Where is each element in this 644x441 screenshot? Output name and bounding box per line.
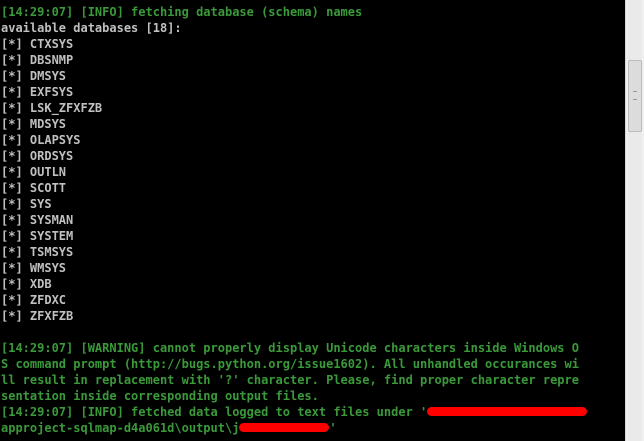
console-line-text: [*] SYS: [1, 197, 52, 211]
console-line-text: [*] SYSMAN: [1, 213, 74, 227]
console-line-text: [*] LSK_ZFXFZB: [1, 101, 103, 115]
scrollbar-thumb[interactable]: [628, 60, 642, 132]
console-line-text: [*] DBSNMP: [1, 53, 74, 67]
console-line: [*] OLAPSYS: [1, 132, 587, 148]
console-line-text: [*] ZFXFZB: [1, 309, 74, 323]
console-line: [*] ZFDXC: [1, 292, 587, 308]
console-line-text: [*] SYSTEM: [1, 229, 74, 243]
console-line: [*] WMSYS: [1, 260, 587, 276]
console-output: [14:29:07] [INFO] fetching database (sch…: [1, 4, 588, 436]
console-line: [14:29:07] [INFO] fetched data logged to…: [1, 404, 588, 420]
console-line-text: S command prompt (http://bugs.python.org…: [1, 357, 579, 371]
console-line: [*] DMSYS: [1, 68, 587, 84]
console-line: [*] SYSTEM: [1, 228, 587, 244]
redaction-mark: [427, 407, 588, 416]
console-line: ll result in replacement with '?' charac…: [1, 372, 587, 388]
console-line: S command prompt (http://bugs.python.org…: [1, 356, 587, 372]
console-line-text: [*] WMSYS: [1, 261, 67, 275]
console-line: [*] SCOTT: [1, 180, 587, 196]
console-line: [*] LSK_ZFXFZB: [1, 100, 587, 116]
redaction-mark: [239, 423, 330, 432]
console-line-text: [*] OUTLN: [1, 165, 67, 179]
console-line: sentation inside corresponding output fi…: [1, 388, 587, 404]
console-line-text: [14:29:07] [INFO] fetched data logged to…: [1, 405, 428, 419]
console-line: [14:29:07] [INFO] fetching database (sch…: [1, 4, 587, 20]
console-line-text: [*] EXFSYS: [1, 85, 74, 99]
grip-icon: [633, 91, 637, 100]
console-line: [*] OUTLN: [1, 164, 587, 180]
console-line: [*] DBSNMP: [1, 52, 587, 68]
console-line: approject-sqlmap-d4a061d\output\j ': [1, 420, 587, 436]
console-line-text: [*] TSMSYS: [1, 245, 74, 259]
console-line: [*] CTXSYS: [1, 36, 587, 52]
console-line: [*] SYSMAN: [1, 212, 587, 228]
console-line-text: sentation inside corresponding output fi…: [1, 389, 319, 403]
console-line: [*] MDSYS: [1, 116, 587, 132]
console-line-text: approject-sqlmap-d4a061d\output\j: [1, 421, 240, 435]
console-line-text: [*] DMSYS: [1, 69, 67, 83]
console-line-suffix: ': [329, 421, 337, 435]
console-line-text: available databases [18]:: [1, 21, 182, 35]
console-line-text: [*] ZFDXC: [1, 293, 67, 307]
console-line: [14:29:07] [WARNING] cannot properly dis…: [1, 340, 587, 356]
console-line-text: [*] CTXSYS: [1, 37, 74, 51]
console-line: [*] ZFXFZB: [1, 308, 587, 324]
console-line-text: [*] ORDSYS: [1, 149, 74, 163]
console-line-text: [*] SCOTT: [1, 181, 67, 195]
console-line-text: [14:29:07] [WARNING] cannot properly dis…: [1, 341, 579, 355]
console-line-text: [*] OLAPSYS: [1, 133, 81, 147]
console-window[interactable]: [14:29:07] [INFO] fetching database (sch…: [0, 0, 626, 441]
console-line: [*] XDB: [1, 276, 587, 292]
console-line: [*] ORDSYS: [1, 148, 587, 164]
console-line-text: [*] XDB: [1, 277, 52, 291]
console-line: [*] TSMSYS: [1, 244, 587, 260]
vertical-scrollbar[interactable]: [625, 0, 644, 441]
console-line: [*] SYS: [1, 196, 587, 212]
console-line: [*] EXFSYS: [1, 84, 587, 100]
console-line: available databases [18]:: [1, 20, 587, 36]
console-line-text: [*] MDSYS: [1, 117, 67, 131]
console-line-text: [14:29:07] [INFO] fetching database (sch…: [1, 5, 363, 19]
console-line-text: ll result in replacement with '?' charac…: [1, 373, 579, 387]
